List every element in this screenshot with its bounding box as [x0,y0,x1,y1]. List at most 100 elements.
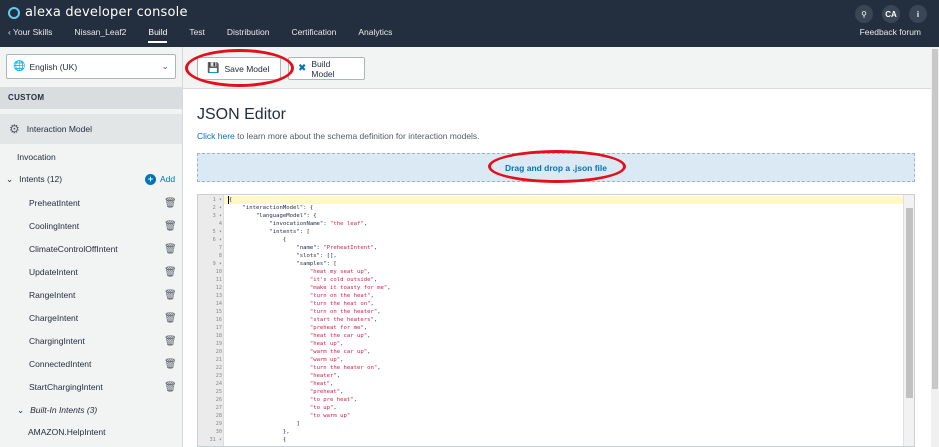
chevron-down-icon[interactable]: ⌄ [17,405,24,416]
search-icon[interactable]: ⚲ [855,5,873,23]
code-token: { [229,197,233,203]
code-line: "slots": [], [229,252,337,260]
line-number: 9 ▾ [198,260,222,268]
trash-icon[interactable]: 🗑 [164,359,177,370]
line-number-text: 14 [215,301,222,307]
trash-icon[interactable]: 🗑 [164,198,177,209]
sidebar-item-intent[interactable]: ChargingIntent 🗑 [0,330,182,352]
sidebar-item-intent[interactable]: ClimateControlOffIntent 🗑 [0,238,182,260]
trash-icon[interactable]: 🗑 [164,336,177,347]
line-number-text: 4 [218,221,222,227]
save-icon: 💾 [207,63,220,74]
page-scroll-thumb[interactable] [932,49,938,389]
info-icon[interactable]: i [909,5,927,23]
tab-analytics[interactable]: Analytics [358,27,392,43]
code-line: "start the heaters", [229,316,377,324]
code-string: "heat my seat up" [309,269,368,275]
schema-help-rest: to learn more about the schema definitio… [234,131,480,141]
fold-toggle-icon[interactable]: ▾ [216,229,222,235]
code-token: , [363,221,368,227]
save-model-label: Save Model [224,63,270,74]
save-model-button[interactable]: 💾 Save Model [197,57,281,80]
fold-toggle-icon[interactable]: ▾ [216,261,222,267]
top-icons: ⚲ CA i [855,5,927,23]
editor-scrollbar[interactable] [903,195,914,446]
sidebar-item-interaction-model[interactable]: ⚙ Interaction Model [0,114,182,144]
trash-icon[interactable]: 🗑 [164,290,177,301]
code-string: "make it toasty for me" [309,285,388,291]
back-to-skills-link[interactable]: ‹ Your Skills [8,27,52,43]
page-scrollbar[interactable] [931,47,939,447]
avatar[interactable]: CA [882,5,900,23]
code-token: , [336,373,341,379]
json-code-editor[interactable]: 1 ▾ 2 ▾ 3 ▾ 4 5 ▾ 6 ▾ 7 8 9 ▾ 10 11 12 13 14 15 16 17 18 1… [197,194,915,447]
code-line: "to pre heat", [229,396,357,404]
tab-test[interactable]: Test [189,27,205,43]
sidebar-item-invocation[interactable]: Invocation [0,146,182,168]
line-number-text: 17 [215,325,222,331]
code-line: "make it toasty for me", [229,284,391,292]
intents-label: Intents (12) [19,174,63,184]
sidebar-item-help-intent[interactable]: AMAZON.HelpIntent [0,421,182,443]
code-line: "warm the car up", [229,348,371,356]
line-number: 10 [198,268,222,276]
line-number-text: 22 [215,365,222,371]
trash-icon[interactable]: 🗑 [164,267,177,278]
code-token: "slots": [], [229,253,337,259]
line-number: 24 [198,380,222,388]
add-label: Add [160,174,176,184]
sidebar-item-intent[interactable]: UpdateIntent 🗑 [0,261,182,283]
fold-toggle-icon[interactable]: ▾ [216,205,222,211]
code-token: , [377,365,381,371]
trash-icon[interactable]: 🗑 [164,221,177,232]
sidebar-item-intent[interactable]: RangeIntent 🗑 [0,284,182,306]
code-token: , [373,317,378,323]
tab-distribution[interactable]: Distribution [227,27,270,43]
build-model-button[interactable]: ✖ Build Model [288,57,365,80]
tab-build[interactable]: Build [148,27,168,43]
sidebar-item-intent[interactable]: PreheatIntent 🗑 [0,192,182,214]
tab-skill-name[interactable]: Nissan_Leaf2 [74,27,126,43]
code-token: , [340,389,344,395]
tab-certification[interactable]: Certification [291,27,336,43]
click-here-link[interactable]: Click here [197,131,235,141]
code-line: "preheat", [229,388,344,396]
code-line: "it's cold outside", [229,276,377,284]
intent-label: RangeIntent [29,290,76,300]
json-dropzone[interactable]: Drag and drop a .json file [197,153,915,182]
fold-toggle-icon[interactable]: ▾ [216,197,222,203]
chevron-down-icon[interactable]: ⌄ [6,174,13,185]
editor-scroll-thumb[interactable] [906,208,913,398]
sidebar-item-intent[interactable]: ChargeIntent 🗑 [0,307,182,329]
language-select[interactable]: 🌐 English (UK) ⌄ [6,54,176,79]
sidebar-item-intents[interactable]: ⌄ Intents (12) + Add [0,168,182,190]
sidebar-item-builtin-intents[interactable]: ⌄ Built-In Intents (3) [0,399,182,421]
line-number: 19 [198,340,222,348]
fold-toggle-icon[interactable]: ▾ [216,237,222,243]
toolbar: 💾 Save Model ✖ Build Model [183,47,931,89]
code-string: "preheat for me" [309,325,364,331]
intent-label: UpdateIntent [29,267,78,277]
code-string: "start the heaters" [309,317,374,323]
fold-toggle-icon[interactable]: ▾ [216,437,222,443]
fold-toggle-icon[interactable]: ▾ [216,213,222,219]
alexa-logo[interactable]: alexa developer console [8,5,188,20]
add-intent-button[interactable]: + Add [145,173,176,185]
back-label: Your Skills [13,27,53,37]
sidebar-item-intent[interactable]: CoolingIntent 🗑 [0,215,182,237]
sidebar-item-intent[interactable]: StartChargingIntent 🗑 [0,376,182,398]
sidebar: 🌐 English (UK) ⌄ CUSTOM ⚙ Interaction Mo… [0,47,183,447]
sidebar-item-intent[interactable]: ConnectedIntent 🗑 [0,353,182,375]
feedback-forum-link[interactable]: Feedback forum [860,27,921,37]
line-number: 30 [198,428,222,436]
trash-icon[interactable]: 🗑 [164,244,177,255]
code-string: "the leaf" [330,221,364,227]
trash-icon[interactable]: 🗑 [164,313,177,324]
line-number: 27 [198,404,222,412]
trash-icon[interactable]: 🗑 [164,382,177,393]
